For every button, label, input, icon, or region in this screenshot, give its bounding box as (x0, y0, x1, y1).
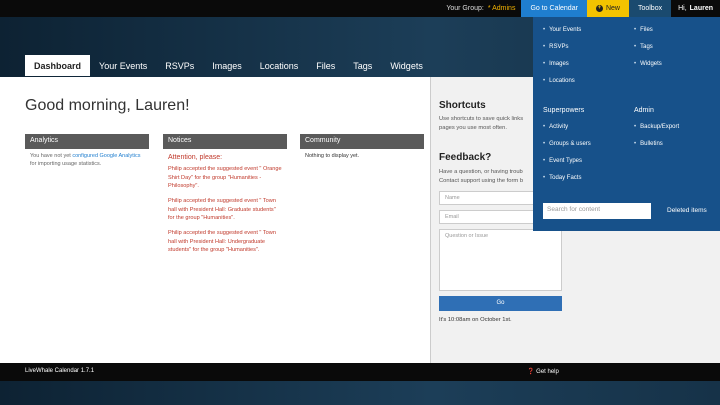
deleted-items-link[interactable]: Deleted items (667, 207, 707, 214)
analytics-text: You have not yet (30, 153, 73, 159)
menu-item-rsvps[interactable]: RSVPs (543, 44, 568, 50)
notices-body: Attention, please: Philip accepted the s… (163, 149, 287, 266)
notices-panel: Notices Attention, please: Philip accept… (163, 134, 287, 266)
feedback-go-button[interactable]: Go (439, 296, 562, 311)
menu-item-your-events[interactable]: Your Events (543, 27, 581, 33)
page-title: Good morning, Lauren! (25, 97, 190, 114)
menu-item-images[interactable]: Images (543, 61, 569, 67)
analytics-heading: Analytics (25, 134, 149, 149)
menu-item-bulletins[interactable]: Bulletins (634, 141, 663, 147)
community-heading: Community (300, 134, 424, 149)
toolbox-button[interactable]: Toolbox (628, 0, 672, 17)
dashboard-main: Good morning, Lauren! Analytics You have… (0, 77, 430, 363)
tab-widgets[interactable]: Widgets (381, 55, 432, 76)
community-text: Nothing to display yet. (305, 153, 360, 159)
analytics-body: You have not yet configured Google Analy… (25, 149, 149, 173)
notice-item: Philip accepted the suggested event " To… (168, 230, 276, 254)
notices-heading: Notices (163, 134, 287, 149)
menu-item-activity[interactable]: Activity (543, 124, 568, 130)
question-field[interactable]: Question or Issue (439, 229, 562, 291)
get-help-link[interactable]: ❓ Get help (527, 368, 559, 375)
top-bar: Your Group: * Admins Go to Calendar + Ne… (0, 0, 720, 17)
analytics-panel: Analytics You have not yet configured Go… (25, 134, 149, 173)
notice-item: Philip accepted the suggested event " To… (168, 198, 276, 222)
menu-item-event-types[interactable]: Event Types (543, 158, 582, 164)
group-label: Your Group: (446, 5, 484, 12)
tab-your-events[interactable]: Your Events (90, 55, 156, 76)
feedback-desc-1: Have a question, or having troub (439, 169, 523, 175)
go-to-calendar-button[interactable]: Go to Calendar (521, 0, 587, 17)
superpowers-heading: Superpowers (543, 107, 585, 114)
tab-locations[interactable]: Locations (251, 55, 308, 76)
tab-images[interactable]: Images (203, 55, 251, 76)
time-note: It's 10:08am on October 1st. (439, 317, 512, 323)
tab-dashboard[interactable]: Dashboard (25, 55, 91, 76)
user-greeting: Hi, (678, 5, 687, 12)
menu-item-locations[interactable]: Locations (543, 78, 575, 84)
new-button[interactable]: + New (586, 0, 629, 17)
content-search-input[interactable]: Search for content (543, 203, 651, 219)
new-label: New (605, 5, 620, 12)
get-help-label: Get help (536, 369, 559, 375)
toolbox-menu: Your Events RSVPs Images Locations Files… (533, 17, 720, 231)
user-name: Lauren (689, 5, 713, 12)
menu-item-backup-export[interactable]: Backup/Export (634, 124, 679, 130)
shortcuts-heading: Shortcuts (439, 100, 486, 111)
shortcuts-desc-1: Use shortcuts to save quick links (439, 116, 524, 122)
menu-item-today-facts[interactable]: Today Facts (543, 175, 581, 181)
community-panel: Community Nothing to display yet. (300, 134, 424, 165)
analytics-text-end: for importing usage statistics. (30, 160, 102, 167)
shortcuts-desc-2: pages you use most often. (439, 125, 507, 131)
tab-rsvps[interactable]: RSVPs (156, 55, 203, 76)
menu-item-files[interactable]: Files (634, 27, 653, 33)
notice-attention: Attention, please: (168, 154, 223, 161)
menu-item-widgets[interactable]: Widgets (634, 61, 662, 67)
footer: LiveWhale Calendar 1.7.1 ❓ Get help (0, 363, 720, 381)
help-icon: ❓ (527, 369, 535, 375)
plus-icon: + (595, 5, 603, 12)
feedback-desc-2: Contact support using the form b (439, 178, 524, 184)
group-name[interactable]: * Admins (488, 5, 516, 12)
configure-analytics-link[interactable]: configured Google Analytics (72, 153, 140, 159)
admin-heading: Admin (634, 107, 654, 114)
tab-tags[interactable]: Tags (344, 55, 381, 76)
menu-item-tags[interactable]: Tags (634, 44, 653, 50)
version-label: LiveWhale Calendar 1.7.1 (25, 368, 95, 374)
bottom-banner (0, 381, 720, 405)
feedback-heading: Feedback? (439, 152, 492, 163)
tab-files[interactable]: Files (307, 55, 344, 76)
user-menu[interactable]: Hi, Lauren (671, 0, 720, 17)
menu-item-groups-users[interactable]: Groups & users (543, 141, 591, 147)
notice-item: Philip accepted the suggested event " Or… (168, 166, 282, 189)
group-selector[interactable]: Your Group: * Admins (440, 0, 521, 17)
main-tabs: Dashboard Your Events RSVPs Images Locat… (25, 55, 432, 76)
